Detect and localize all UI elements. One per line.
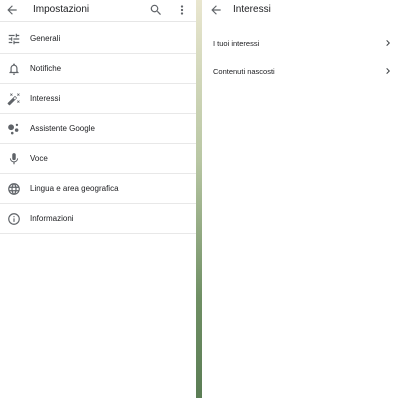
settings-app-bar: Impostazioni — [0, 0, 196, 22]
chevron-right-icon — [382, 65, 394, 77]
google-assistant-icon — [7, 122, 21, 136]
menu-item-assistente-google[interactable]: Assistente Google — [0, 114, 196, 144]
menu-item-voce[interactable]: Voce — [0, 144, 196, 174]
page-title: Impostazioni — [33, 4, 90, 15]
bell-icon — [7, 62, 21, 76]
settings-panel: Impostazioni Generali Notifiche Interess… — [0, 0, 196, 398]
chevron-right-icon — [382, 37, 394, 49]
interests-panel: Interessi I tuoi interessi Contenuti nas… — [202, 0, 400, 398]
menu-item-generali[interactable]: Generali — [0, 24, 196, 54]
menu-item-informazioni[interactable]: Informazioni — [0, 204, 196, 234]
interests-app-bar: Interessi — [202, 0, 400, 22]
microphone-icon — [7, 152, 21, 166]
list-item-label: I tuoi interessi — [213, 39, 260, 48]
menu-item-label: Lingua e area geografica — [30, 184, 119, 193]
tune-icon — [7, 32, 21, 46]
screen: Impostazioni Generali Notifiche Interess… — [0, 0, 400, 398]
more-vert-icon[interactable] — [176, 3, 188, 17]
menu-item-lingua[interactable]: Lingua e area geografica — [0, 174, 196, 204]
back-arrow-icon[interactable] — [5, 3, 19, 17]
page-title: Interessi — [233, 4, 271, 15]
menu-item-label: Generali — [30, 34, 61, 43]
menu-item-label: Informazioni — [30, 214, 74, 223]
menu-item-label: Interessi — [30, 94, 61, 103]
list-item-label: Contenuti nascosti — [213, 67, 275, 76]
magic-wand-icon — [7, 92, 21, 106]
menu-item-label: Notifiche — [30, 64, 62, 73]
menu-item-notifiche[interactable]: Notifiche — [0, 54, 196, 84]
globe-icon — [7, 182, 21, 196]
search-icon[interactable] — [149, 3, 163, 17]
back-arrow-icon[interactable] — [209, 3, 223, 17]
menu-item-label: Assistente Google — [30, 124, 95, 133]
divider — [0, 233, 196, 234]
list-item-tuoi-interessi[interactable]: I tuoi interessi — [202, 31, 400, 59]
list-item-contenuti-nascosti[interactable]: Contenuti nascosti — [202, 59, 400, 87]
menu-item-label: Voce — [30, 154, 48, 163]
info-icon — [7, 212, 21, 226]
menu-item-interessi[interactable]: Interessi — [0, 84, 196, 114]
